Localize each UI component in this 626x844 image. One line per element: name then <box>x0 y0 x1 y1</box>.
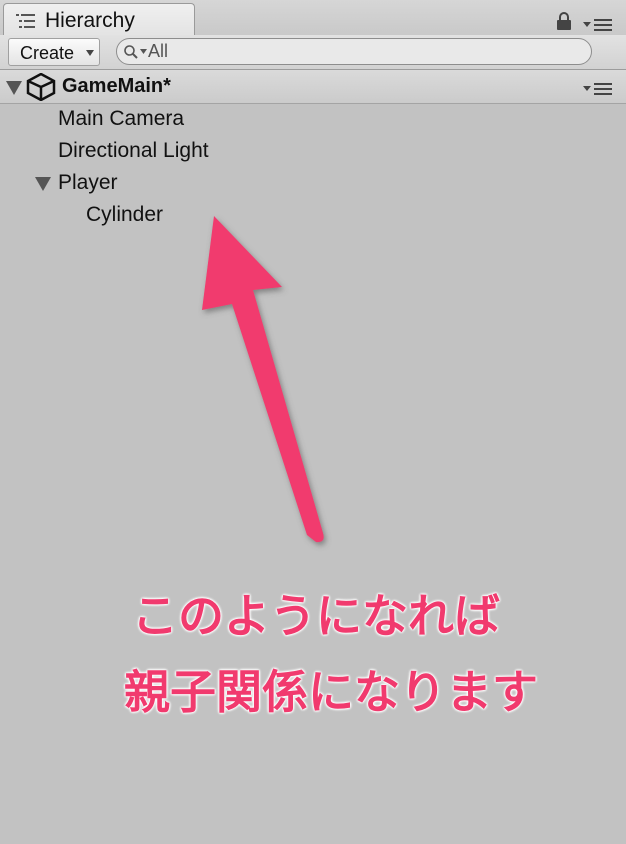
chevron-down-icon <box>86 50 94 56</box>
hierarchy-item-main-camera[interactable]: Main Camera <box>58 104 184 134</box>
annotation-line-1: このようになれば <box>132 590 500 642</box>
scene-name: GameMain* <box>62 75 171 97</box>
tab-hierarchy[interactable]: Hierarchy <box>3 3 195 36</box>
foldout-expanded-icon[interactable] <box>6 81 22 95</box>
hierarchy-toolbar: Create <box>0 35 626 70</box>
panel-tab-bar: Hierarchy <box>0 0 626 36</box>
hierarchy-list-icon <box>16 14 35 28</box>
create-button[interactable]: Create <box>8 38 100 66</box>
lock-icon[interactable] <box>556 11 572 31</box>
search-filter-dropdown-icon[interactable] <box>140 49 147 54</box>
hierarchy-item-directional-light[interactable]: Directional Light <box>58 136 209 166</box>
unity-logo-icon <box>26 73 56 101</box>
panel-menu-icon[interactable] <box>583 18 613 32</box>
annotation-line-2: 親子関係になります <box>124 666 538 718</box>
foldout-expanded-icon[interactable] <box>35 177 51 191</box>
search-input[interactable] <box>148 40 568 62</box>
scene-header[interactable]: GameMain* <box>0 70 626 104</box>
hierarchy-item-player[interactable]: Player <box>58 168 118 198</box>
create-button-label: Create <box>20 43 75 63</box>
hierarchy-item-cylinder[interactable]: Cylinder <box>86 200 163 230</box>
tab-label: Hierarchy <box>45 9 135 32</box>
search-field[interactable] <box>116 38 592 65</box>
search-icon[interactable] <box>123 44 139 60</box>
scene-menu-icon[interactable] <box>583 82 613 96</box>
